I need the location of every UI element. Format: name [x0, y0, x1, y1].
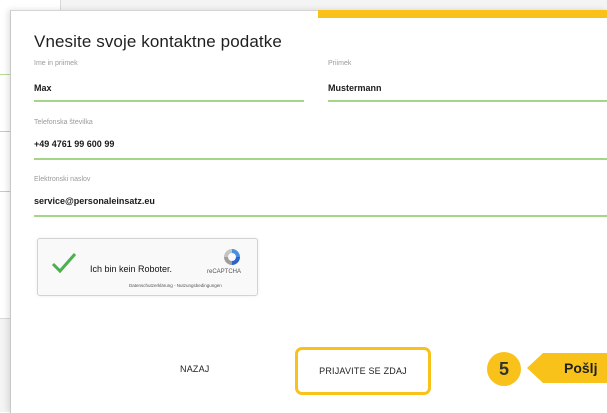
recaptcha-links[interactable]: Datenschutzerklärung - Nutzungsbedingung… [129, 283, 222, 288]
last-name-underline [328, 100, 607, 102]
last-name-input[interactable]: Mustermann [328, 83, 382, 93]
submit-button[interactable]: PRIJAVITE SE ZDAJ [295, 347, 431, 395]
first-name-label: Ime in priimek [34, 60, 78, 67]
first-name-input[interactable]: Max [34, 83, 52, 93]
last-name-label: Priimek [328, 60, 352, 67]
recaptcha-label: Ich bin kein Roboter. [90, 264, 173, 274]
phone-input[interactable]: +49 4761 99 600 99 [34, 139, 114, 149]
dialog-title: Vnesite svoje kontaktne podatke [34, 32, 282, 51]
step-number-badge: 5 [487, 352, 521, 386]
email-input[interactable]: service@personaleinsatz.eu [34, 196, 155, 206]
recaptcha-logo-icon [224, 249, 240, 265]
first-name-underline [34, 100, 304, 102]
phone-underline [34, 158, 607, 160]
checkmark-icon[interactable] [51, 251, 77, 275]
back-button[interactable]: NAZAJ [180, 364, 210, 374]
step-callout-text: Pošlj [564, 360, 598, 376]
email-underline [34, 215, 607, 217]
phone-label: Telefonska številka [34, 119, 93, 126]
submit-button-label: PRIJAVITE SE ZDAJ [319, 366, 407, 376]
recaptcha-brand: reCAPTCHA [207, 269, 242, 275]
dialog-accent-bar [318, 10, 607, 18]
recaptcha-widget[interactable]: Ich bin kein Roboter. reCAPTCHA Datensch… [37, 238, 258, 296]
email-label: Elektronski naslov [34, 176, 91, 183]
